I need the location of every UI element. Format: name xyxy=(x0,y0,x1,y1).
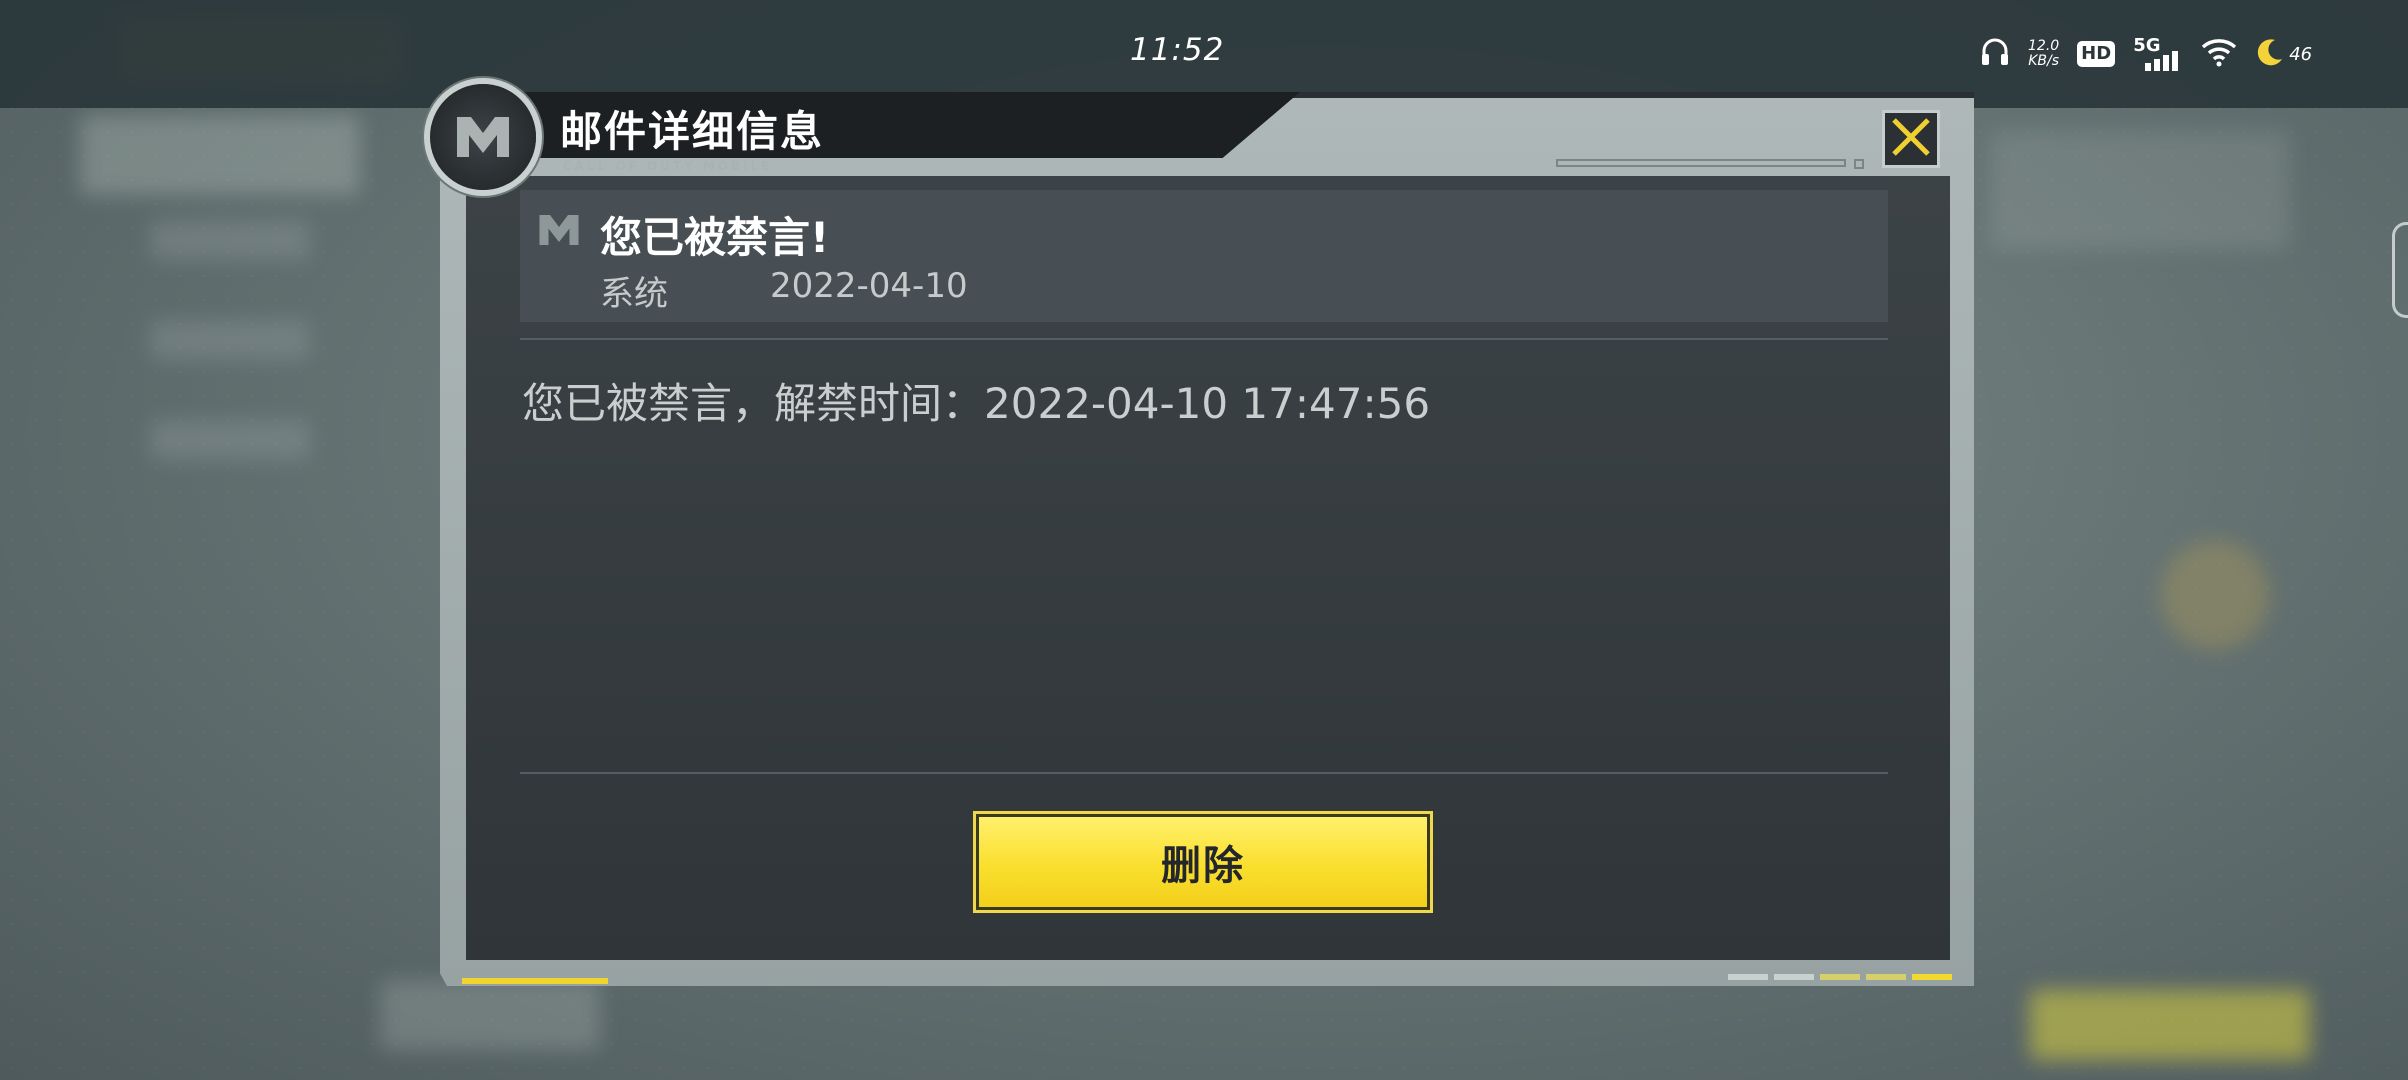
delete-button[interactable]: 删除 xyxy=(976,814,1430,910)
frame-stripe-accent xyxy=(462,978,608,984)
status-icons: 12.0 KB/s HD 5G 46 xyxy=(1980,34,2312,74)
network-speed-unit: KB/s xyxy=(2028,53,2059,69)
battery-level: 46 xyxy=(2289,43,2313,65)
header-decor-bar xyxy=(1556,159,1846,167)
mail-sender-logo-icon xyxy=(536,212,582,252)
dialog-title: 邮件详细信息 xyxy=(560,107,825,156)
brand-subtitle: CALL OF DUTY MOBILE xyxy=(563,159,773,173)
delete-button-label: 删除 xyxy=(1161,843,1245,889)
close-button[interactable] xyxy=(1882,110,1940,168)
status-time: 11:52 xyxy=(1130,32,1225,68)
hd-badge: HD xyxy=(2077,41,2116,67)
mail-date: 2022-04-10 xyxy=(770,266,968,306)
header-decor-square xyxy=(1854,159,1864,169)
side-tab-handle[interactable] xyxy=(2392,222,2408,318)
mail-body: 您已被禁言，解禁时间：2022-04-10 17:47:56 xyxy=(522,379,1431,428)
footer-divider xyxy=(520,772,1888,774)
network-speed-value: 12.0 xyxy=(2028,38,2060,54)
wifi-icon xyxy=(2201,37,2237,71)
header-divider xyxy=(520,338,1888,340)
frame-progress-dashes xyxy=(1728,974,1952,980)
signal-icon: 5G xyxy=(2133,35,2183,71)
network-speed: 12.0 KB/s xyxy=(2028,39,2059,69)
codm-logo-icon xyxy=(430,84,536,190)
mail-subject: 您已被禁言! xyxy=(600,213,830,262)
battery-moon-icon xyxy=(2255,37,2285,71)
mail-sender: 系统 xyxy=(600,274,668,314)
close-icon xyxy=(1890,116,1932,162)
headphones-icon xyxy=(1980,36,2010,72)
